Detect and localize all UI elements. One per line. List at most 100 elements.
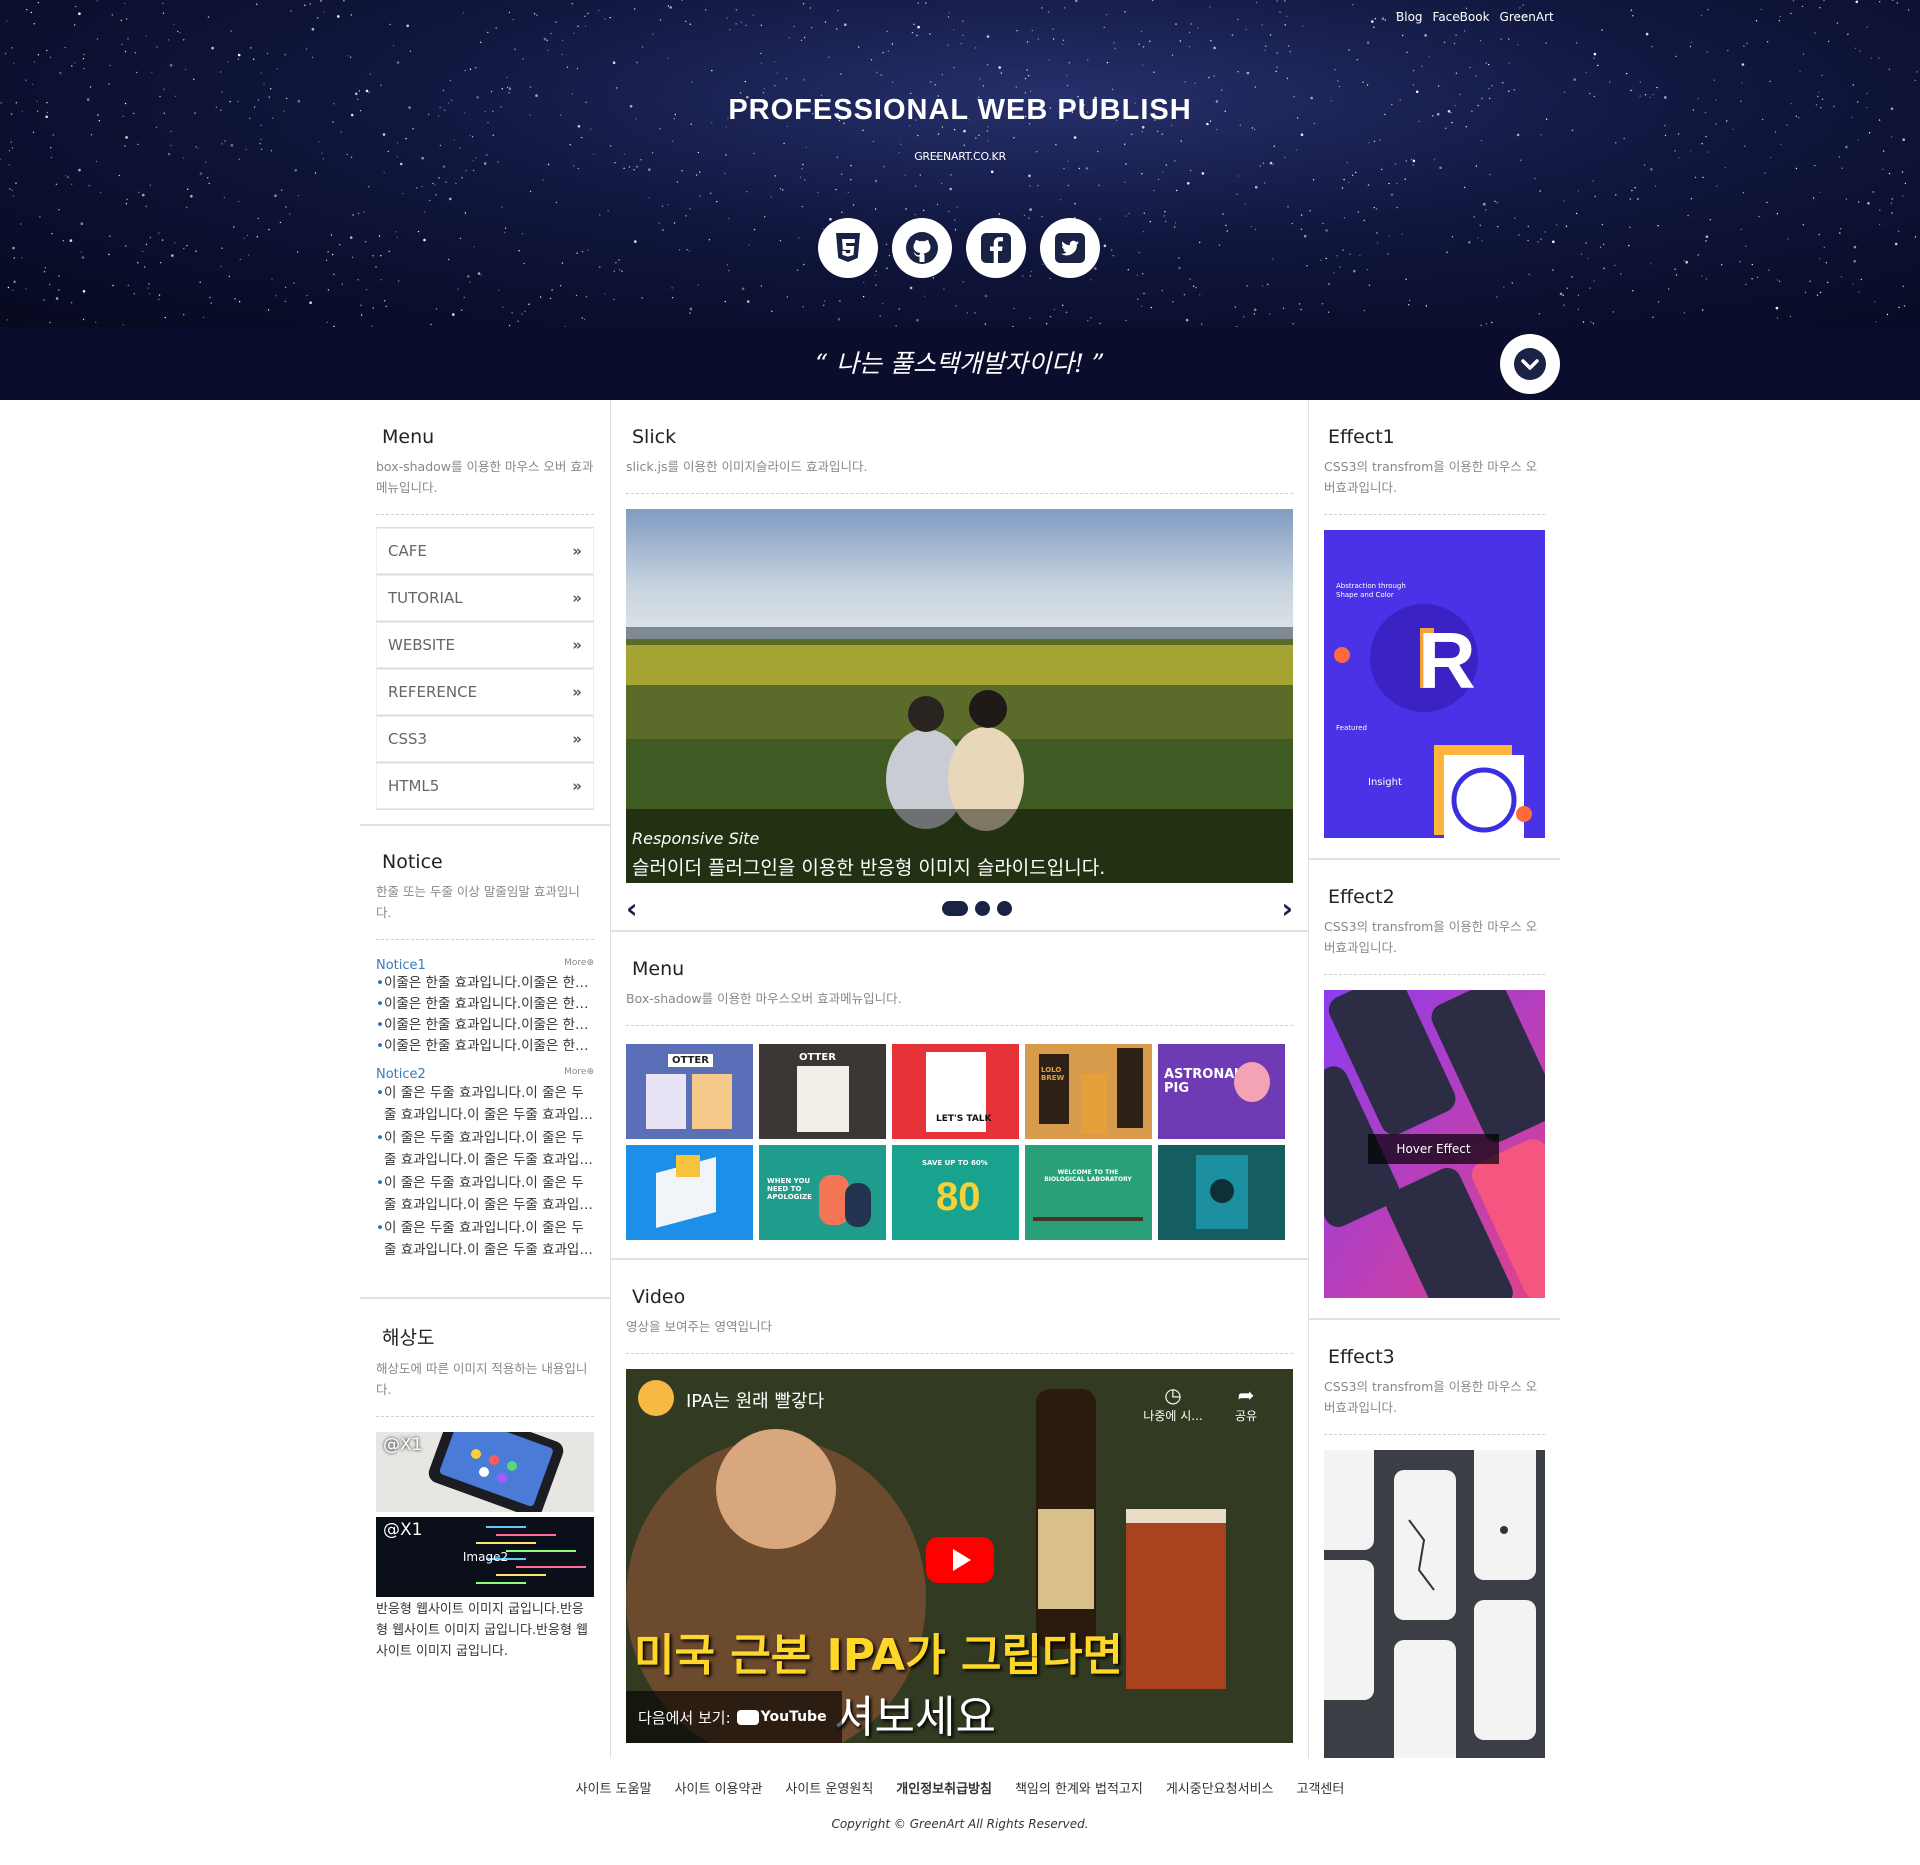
effect2-image[interactable]: Hover Effect: [1324, 990, 1545, 1298]
slider-dot[interactable]: [942, 901, 968, 916]
nav-blog-link[interactable]: Blog: [1396, 10, 1423, 24]
gallery-tile[interactable]: SAVE UP TO 60% 80: [892, 1145, 1019, 1240]
list-item[interactable]: 이 줄은 두줄 효과입니다.이 줄은 두줄 효과입니다.이 줄은 두줄 효과입니…: [376, 1217, 594, 1261]
list-item[interactable]: 이 줄은 두줄 효과입니다.이 줄은 두줄 효과입니다.이 줄은 두줄 효과입니…: [376, 1172, 594, 1216]
notice2-title[interactable]: Notice2: [376, 1067, 426, 1082]
resolution-description: 해상도에 따른 이미지 적용하는 내용입니다.: [376, 1361, 588, 1397]
video-title-text[interactable]: IPA는 원래 빨갛다: [686, 1387, 824, 1413]
divider: [376, 1416, 594, 1417]
gallery-title: Menu: [632, 958, 685, 980]
image-slider[interactable]: Responsive Site 슬러이더 플러그인을 이용한 반응형 이미지 슬…: [626, 509, 1293, 883]
gallery-tile[interactable]: ASTRONAUT PIG: [1158, 1044, 1285, 1139]
list-item[interactable]: 이줄은 한줄 효과입니다.이줄은 한줄 효과입니다.: [376, 973, 594, 994]
footer-link[interactable]: 사이트 운영원칙: [785, 1778, 873, 1797]
html5-icon[interactable]: [818, 218, 878, 278]
slick-section: Slick slick.js를 이용한 이미지슬라이드 효과입니다. Respo…: [611, 400, 1308, 932]
share-button[interactable]: ➦ 공유: [1224, 1383, 1268, 1424]
resolution-section: 해상도 해상도에 따른 이미지 적용하는 내용입니다. @X1 @X1 Imag…: [360, 1299, 610, 1662]
github-icon[interactable]: [892, 218, 952, 278]
footer-link[interactable]: 개인정보취급방침: [896, 1778, 992, 1797]
effect1-image[interactable]: R Abstraction through Shape and Color Featu…: [1324, 530, 1545, 838]
gallery-tile[interactable]: LOLO BREW: [1025, 1044, 1152, 1139]
list-item[interactable]: 이줄은 한줄 효과입니다.이줄은 한줄 효과입니다.: [376, 994, 594, 1015]
gallery-tile[interactable]: WHEN YOU NEED TO APOLOGIZE: [759, 1145, 886, 1240]
gallery-tile[interactable]: LET'S TALK: [892, 1044, 1019, 1139]
slider-dot[interactable]: [975, 901, 990, 916]
youtube-play-button[interactable]: [926, 1537, 994, 1583]
scroll-down-button[interactable]: [1500, 334, 1560, 394]
double-chevron-right-icon: »: [572, 777, 582, 795]
video-overlay-line2: 셔보세요: [834, 1692, 996, 1743]
resolution-label: @X1: [383, 1520, 423, 1540]
footer-link[interactable]: 고객센터: [1296, 1778, 1344, 1797]
notice1-more-link[interactable]: More⊕: [564, 958, 594, 973]
list-item[interactable]: 이 줄은 두줄 효과입니다.이 줄은 두줄 효과입니다.이 줄은 두줄 효과입니…: [376, 1082, 594, 1126]
double-chevron-right-icon: »: [572, 589, 582, 607]
video-channel-avatar[interactable]: [638, 1380, 674, 1416]
resolution-image-1: @X1: [376, 1432, 594, 1512]
video-overlay-line1: 미국 근본 IPA가 그립다면: [634, 1630, 1123, 1681]
divider: [1324, 1434, 1545, 1435]
list-item[interactable]: 이 줄은 두줄 효과입니다.이 줄은 두줄 효과입니다.이 줄은 두줄 효과입니…: [376, 1127, 594, 1171]
divider: [626, 1025, 1293, 1026]
menu-item-css3[interactable]: CSS3 »: [376, 716, 594, 763]
gallery-grid: OTTER OTTER LET'S TALK LOLO BREW ASTRONA…: [626, 1044, 1293, 1240]
notice-description: 한줄 또는 두줄 이상 말줄임말 효과입니다.: [376, 884, 580, 920]
effect2-description: CSS3의 transfrom을 이용한 마우스 오버효과입니다.: [1324, 919, 1538, 955]
effect3-title: Effect3: [1328, 1346, 1395, 1368]
menu-item-website[interactable]: WEBSITE »: [376, 622, 594, 669]
effect2-title: Effect2: [1328, 886, 1395, 908]
notice1-title[interactable]: Notice1: [376, 958, 426, 973]
menu-item-cafe[interactable]: CAFE »: [376, 528, 594, 575]
slider-dot[interactable]: [997, 901, 1012, 916]
menu-item-html5[interactable]: HTML5 »: [376, 763, 594, 810]
footer-links: 사이트 도움말 사이트 이용약관 사이트 운영원칙 개인정보취급방침 책임의 한…: [0, 1778, 1920, 1797]
list-item[interactable]: 이줄은 한줄 효과입니다.이줄은 한줄 효과입니다.: [376, 1036, 594, 1057]
gallery-tile[interactable]: OTTER: [626, 1044, 753, 1139]
footer-link[interactable]: 게시중단요청서비스: [1166, 1778, 1274, 1797]
effect1-description: CSS3의 transfrom을 이용한 마우스 오버효과입니다.: [1324, 459, 1538, 495]
gallery-tile[interactable]: WELCOME TO THE BIOLOGICAL LABORATORY: [1025, 1145, 1152, 1240]
svg-text:R: R: [1418, 616, 1476, 705]
video-description: 영상을 보여주는 영역입니다: [626, 1319, 772, 1334]
gallery-tile[interactable]: [626, 1145, 753, 1240]
nav-facebook-link[interactable]: FaceBook: [1433, 10, 1490, 24]
effect3-image[interactable]: [1324, 1450, 1545, 1758]
twitter-icon[interactable]: [1040, 218, 1100, 278]
double-chevron-right-icon: »: [572, 683, 582, 701]
footer-link[interactable]: 사이트 이용약관: [675, 1778, 763, 1797]
top-nav: Blog FaceBook GreenArt: [1396, 10, 1564, 24]
facebook-icon[interactable]: [966, 218, 1026, 278]
divider: [626, 1353, 1293, 1354]
menu-item-reference[interactable]: REFERENCE »: [376, 669, 594, 716]
menu-item-tutorial[interactable]: TUTORIAL »: [376, 575, 594, 622]
double-chevron-right-icon: »: [572, 636, 582, 654]
slider-dots: [942, 901, 1012, 916]
effect1-section: Effect1 CSS3의 transfrom을 이용한 마우스 오버효과입니다…: [1309, 400, 1560, 860]
right-column: Effect1 CSS3의 transfrom을 이용한 마우스 오버효과입니다…: [1309, 400, 1560, 1758]
watch-on-youtube[interactable]: 다음에서 보기: YouTube: [626, 1691, 842, 1743]
footer-link[interactable]: 책임의 한계와 법적고지: [1015, 1778, 1143, 1797]
chevron-right-icon[interactable]: ›: [1281, 892, 1293, 925]
list-item[interactable]: 이줄은 한줄 효과입니다.이줄은 한줄 효과입니다.: [376, 1015, 594, 1036]
social-links: [818, 218, 1100, 278]
divider: [1324, 974, 1545, 975]
menu-list: CAFE » TUTORIAL » WEBSITE » REFERENCE » CSS3…: [376, 527, 594, 810]
svg-text:Insight: Insight: [1368, 777, 1402, 788]
chevron-left-icon[interactable]: ‹: [626, 892, 638, 925]
menu-item-label: HTML5: [388, 777, 440, 795]
nav-greenart-link[interactable]: GreenArt: [1500, 10, 1554, 24]
gallery-tile[interactable]: [1158, 1145, 1285, 1240]
slide-caption-text: 슬러이더 플러그인을 이용한 반응형 이미지 슬라이드입니다.: [632, 857, 1106, 879]
double-chevron-right-icon: »: [572, 730, 582, 748]
slogan-bar: “ 나는 풀스택개발자이다! ”: [0, 327, 1920, 400]
video-player[interactable]: IPA는 원래 빨갛다 ◷ 나중에 시... ➦ 공유 미국 근본 IPA가 그…: [626, 1369, 1293, 1743]
watch-later-button[interactable]: ◷ 나중에 시...: [1138, 1383, 1208, 1424]
notice1-list: 이줄은 한줄 효과입니다.이줄은 한줄 효과입니다. 이줄은 한줄 효과입니다.…: [360, 973, 610, 1057]
resolution-text: 반응형 웹사이트 이미지 굽입니다.반응형 웹사이트 이미지 굽입니다.반응형 …: [376, 1602, 589, 1659]
resolution-title: 해상도: [382, 1327, 435, 1349]
notice2-more-link[interactable]: More⊕: [564, 1067, 594, 1082]
footer-link[interactable]: 사이트 도움말: [576, 1778, 652, 1797]
play-icon: [953, 1549, 971, 1571]
gallery-tile[interactable]: OTTER: [759, 1044, 886, 1139]
